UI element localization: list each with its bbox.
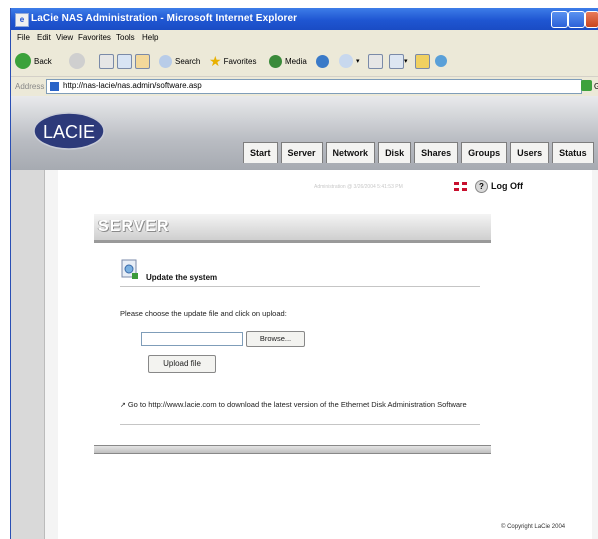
history-button[interactable] bbox=[316, 52, 332, 70]
address-label: Address bbox=[15, 82, 45, 91]
ie-icon: e bbox=[15, 13, 29, 27]
menu-help[interactable]: Help bbox=[142, 33, 158, 42]
address-url: http://nas-lacie/nas.admin/software.asp bbox=[63, 81, 202, 90]
section-footer-bar bbox=[94, 445, 491, 454]
menu-edit[interactable]: Edit bbox=[37, 33, 51, 42]
edit-icon bbox=[389, 53, 404, 69]
go-label[interactable]: Go bbox=[594, 82, 598, 91]
update-title: Update the system bbox=[146, 273, 218, 282]
main-nav: Start Server Network Disk Shares Groups … bbox=[243, 142, 597, 164]
admin-session-text: Administration @ 3/26/2004 5:41:53 PM bbox=[314, 184, 403, 190]
history-icon bbox=[316, 54, 329, 68]
stop-icon bbox=[99, 53, 114, 69]
messenger-icon bbox=[435, 55, 447, 67]
link-arrow-icon: ↗ bbox=[120, 402, 128, 409]
back-label: Back bbox=[34, 56, 52, 66]
toolbar: Back Search ★ Favorites Media ▾ ▾ bbox=[11, 48, 598, 74]
page-body: Administration @ 3/26/2004 5:41:53 PM ? … bbox=[11, 170, 598, 539]
help-icon[interactable]: ? bbox=[475, 180, 488, 193]
web-page: LACIE Start Server Network Disk Shares G… bbox=[11, 96, 598, 539]
content-area: Administration @ 3/26/2004 5:41:53 PM ? … bbox=[58, 170, 592, 539]
stop-button[interactable] bbox=[99, 52, 114, 70]
window-title: LaCie NAS Administration - Microsoft Int… bbox=[31, 13, 298, 24]
upload-file-button[interactable]: Upload file bbox=[148, 355, 216, 373]
file-path-input[interactable] bbox=[141, 332, 243, 346]
home-button[interactable] bbox=[135, 52, 150, 70]
favorites-button[interactable]: ★ Favorites bbox=[209, 52, 256, 70]
search-button[interactable]: Search bbox=[159, 52, 200, 70]
favorites-label: Favorites bbox=[223, 56, 257, 66]
section-title: SERVER bbox=[98, 218, 170, 235]
refresh-button[interactable] bbox=[117, 52, 132, 70]
section-header: SERVER bbox=[94, 214, 491, 242]
section-divider bbox=[94, 242, 491, 243]
address-bar: Address http://nas-lacie/nas.admin/softw… bbox=[11, 76, 598, 96]
tab-server[interactable]: Server bbox=[280, 142, 323, 163]
menu-bar: File Edit View Favorites Tools Help bbox=[11, 30, 598, 46]
browser-window: e LaCie NAS Administration - Microsoft I… bbox=[10, 8, 598, 539]
favorites-star-icon: ★ bbox=[209, 52, 222, 69]
go-icon[interactable] bbox=[581, 80, 592, 91]
tab-network[interactable]: Network bbox=[325, 142, 376, 163]
media-button[interactable]: Media bbox=[269, 52, 307, 70]
mail-icon bbox=[339, 54, 353, 68]
lacie-logo: LACIE bbox=[33, 112, 105, 150]
home-icon bbox=[135, 53, 150, 69]
update-system-icon bbox=[121, 259, 138, 279]
menu-tools[interactable]: Tools bbox=[116, 33, 135, 42]
forward-button[interactable] bbox=[69, 52, 88, 70]
address-input[interactable]: http://nas-lacie/nas.admin/software.asp bbox=[46, 79, 582, 94]
tab-shares[interactable]: Shares bbox=[414, 142, 459, 163]
search-label: Search bbox=[175, 56, 201, 66]
tab-disk[interactable]: Disk bbox=[378, 142, 412, 163]
copyright-text: © Copyright LaCie 2004 bbox=[501, 524, 566, 530]
divider bbox=[120, 286, 480, 287]
download-note-text[interactable]: Go to http://www.lacie.com to download t… bbox=[128, 400, 467, 409]
minimize-button[interactable] bbox=[551, 11, 568, 28]
media-icon bbox=[269, 54, 282, 68]
discuss-button[interactable] bbox=[415, 52, 430, 70]
messenger-button[interactable] bbox=[435, 52, 450, 70]
left-margin bbox=[11, 170, 45, 539]
tab-users[interactable]: Users bbox=[510, 142, 550, 163]
uk-flag-icon[interactable] bbox=[454, 182, 467, 191]
instruction-text: Please choose the update file and click … bbox=[120, 309, 287, 318]
refresh-icon bbox=[117, 53, 132, 69]
browse-button[interactable]: Browse... bbox=[246, 331, 305, 347]
mail-dropdown-icon: ▾ bbox=[356, 58, 360, 65]
title-bar: e LaCie NAS Administration - Microsoft I… bbox=[11, 8, 598, 30]
print-button[interactable] bbox=[368, 52, 383, 70]
mail-button[interactable]: ▾ bbox=[339, 52, 360, 70]
media-label: Media bbox=[285, 56, 307, 66]
print-icon bbox=[368, 53, 383, 69]
page-icon bbox=[50, 82, 59, 91]
edit-button[interactable]: ▾ bbox=[389, 52, 408, 70]
svg-text:LACIE: LACIE bbox=[43, 122, 95, 142]
search-icon bbox=[159, 54, 172, 68]
forward-arrow-icon bbox=[69, 53, 85, 69]
page-header: LACIE Start Server Network Disk Shares G… bbox=[11, 96, 598, 170]
divider bbox=[120, 424, 480, 425]
download-note: ↗ Go to http://www.lacie.com to download… bbox=[120, 400, 480, 411]
logoff-link[interactable]: Log Off bbox=[491, 181, 523, 191]
edit-dropdown-icon: ▾ bbox=[404, 58, 408, 65]
tab-start[interactable]: Start bbox=[243, 142, 278, 163]
back-arrow-icon bbox=[15, 53, 31, 69]
tab-groups[interactable]: Groups bbox=[461, 142, 508, 163]
discuss-icon bbox=[415, 53, 430, 69]
close-button[interactable] bbox=[585, 11, 598, 28]
menu-favorites[interactable]: Favorites bbox=[78, 33, 111, 42]
maximize-button[interactable] bbox=[568, 11, 585, 28]
menu-view[interactable]: View bbox=[56, 33, 73, 42]
back-button[interactable]: Back bbox=[15, 52, 52, 70]
menu-file[interactable]: File bbox=[17, 33, 30, 42]
tab-status[interactable]: Status bbox=[552, 142, 594, 163]
